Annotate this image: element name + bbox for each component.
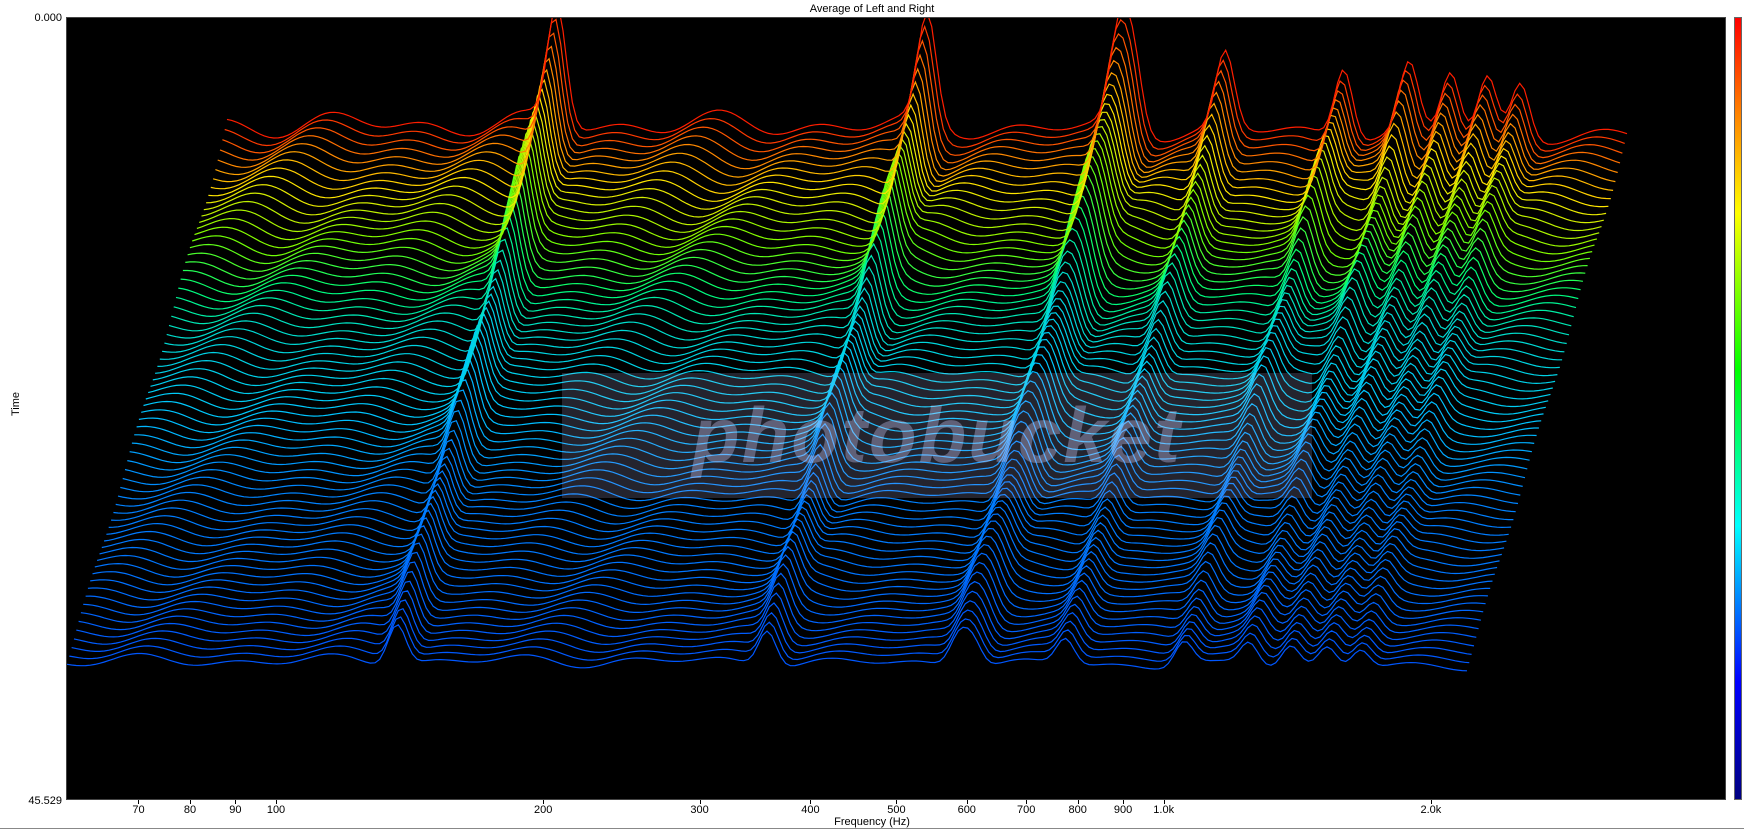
waterfall-slice [175, 227, 1577, 314]
waterfall-plot-area[interactable]: photobucket [66, 17, 1726, 800]
waterfall-slice [162, 285, 1563, 361]
waterfall-slice [157, 300, 1558, 377]
x-axis-ticks: 70 80 90 100 200 300 400 500 600 700 800 900 1.0k 2.0… [66, 800, 1726, 816]
waterfall-slice [90, 533, 1491, 597]
y-tick-top: 0.000 [34, 12, 62, 24]
chart-title: Average of Left and Right [809, 3, 935, 15]
waterfall-slice [171, 249, 1572, 327]
waterfall-slice [71, 607, 1472, 655]
y-tick-bottom: 45.529 [28, 795, 62, 807]
waterfall-slice [217, 57, 1618, 174]
y-axis-label: Time [10, 391, 22, 416]
waterfall-slice [173, 238, 1574, 321]
bottom-divider [0, 828, 1744, 829]
watermark: photobucket [562, 373, 1312, 498]
waterfall-slice [92, 525, 1493, 590]
waterfall-slice [159, 293, 1560, 369]
color-scale-bar [1734, 17, 1742, 800]
x-axis-label: Frequency (Hz) [834, 816, 910, 828]
waterfall-slice [215, 68, 1616, 183]
waterfall-slice [222, 32, 1623, 159]
